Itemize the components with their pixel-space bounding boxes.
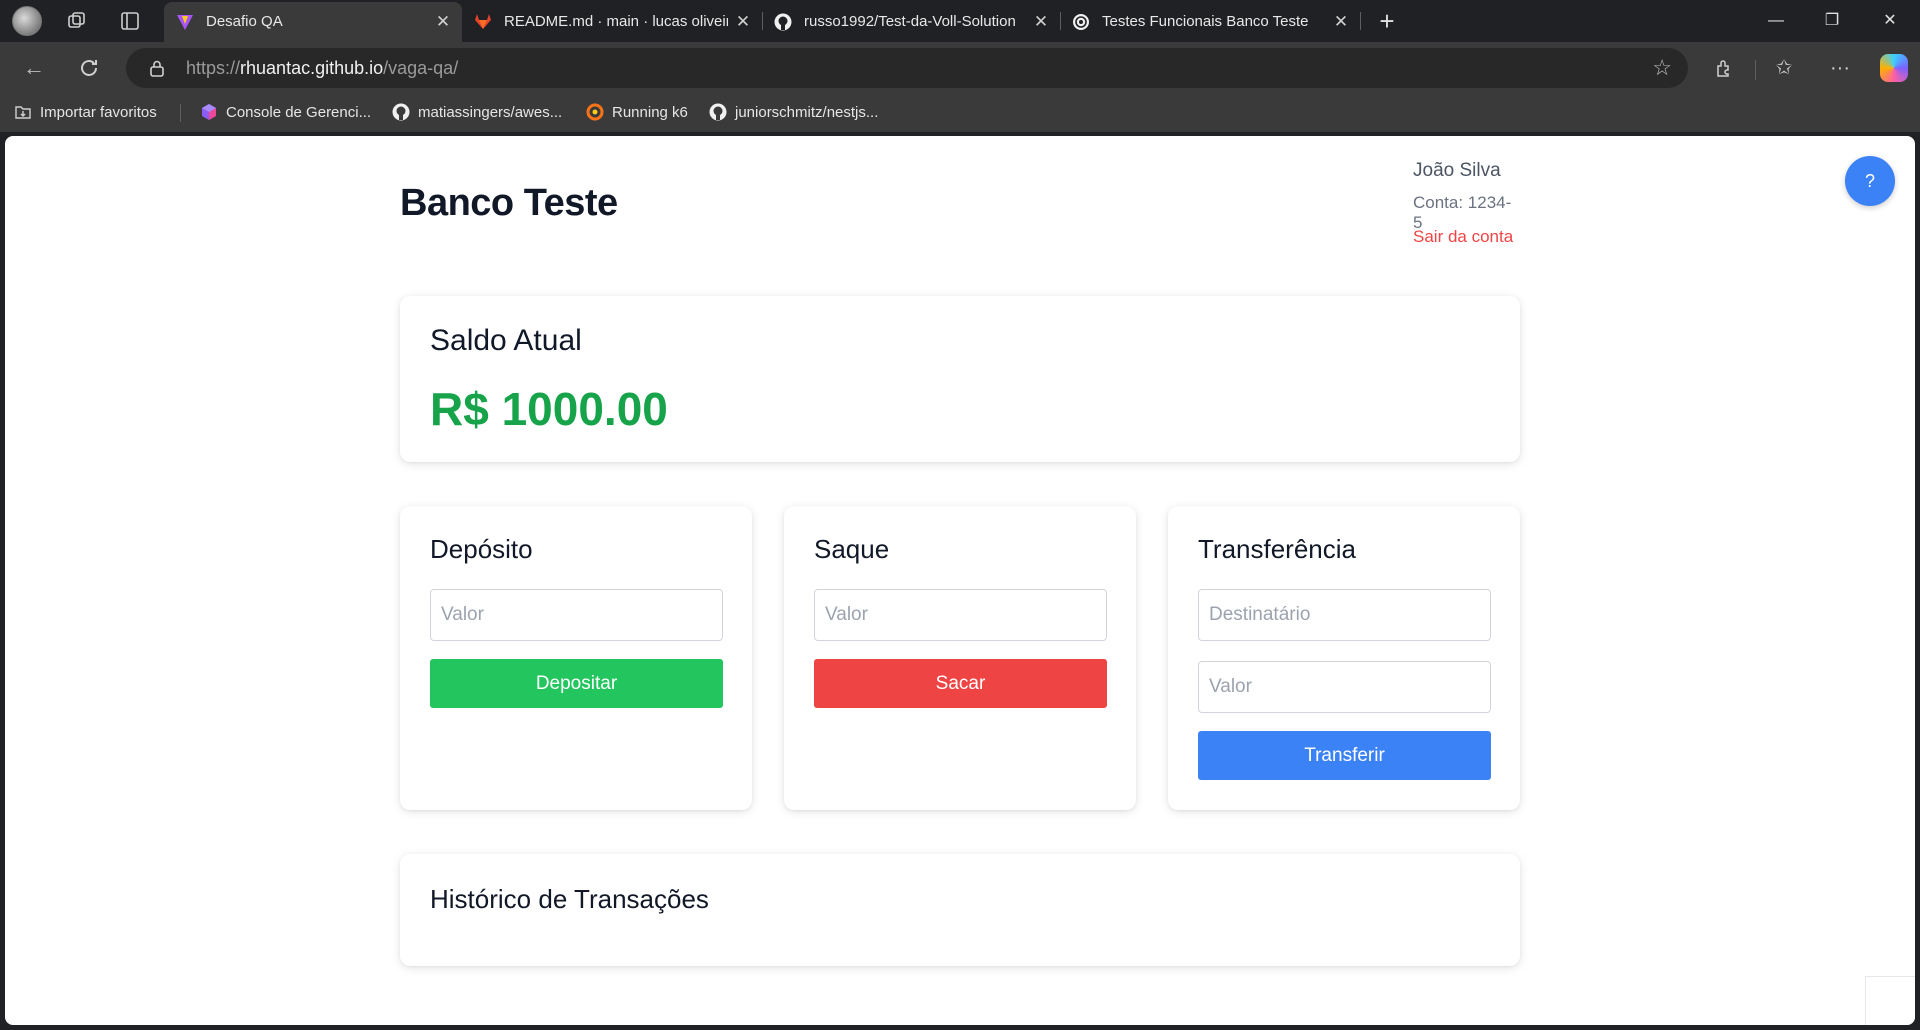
tab-github-repo[interactable]: russo1992/Test-da-Voll-Solution ✕ [762, 2, 1060, 42]
transfer-recipient-input[interactable] [1198, 589, 1491, 641]
vite-icon [177, 15, 193, 30]
tab-title: README.md · main · lucas oliveira [504, 13, 728, 30]
profile-avatar[interactable] [12, 6, 42, 36]
close-icon[interactable]: ✕ [434, 2, 452, 42]
grafana-icon [586, 103, 604, 121]
bookmark-label: Running k6 [612, 104, 688, 121]
close-icon[interactable]: ✕ [1032, 2, 1050, 42]
cube-icon [202, 104, 216, 120]
tab-testes-funcionais[interactable]: Testes Funcionais Banco Teste ✕ [1060, 2, 1360, 42]
url-text: https://rhuantac.github.io/vaga-qa/ [186, 48, 458, 88]
workspaces-icon[interactable] [66, 10, 88, 32]
tab-divider [1360, 12, 1361, 30]
tab-readme[interactable]: README.md · main · lucas oliveira ✕ [462, 2, 762, 42]
bookmark-import-favorites[interactable]: Importar favoritos [14, 94, 157, 132]
minimize-button[interactable]: — [1748, 0, 1804, 42]
balance-value: R$ 1000.00 [430, 383, 668, 435]
bookmark-juniorschmitz[interactable]: juniorschmitz/nestjs... [709, 94, 878, 132]
bookmark-label: juniorschmitz/nestjs... [735, 104, 879, 121]
withdraw-heading: Saque [814, 534, 890, 564]
bookmark-label: Console de Gerenci... [226, 104, 372, 121]
tab-desafio-qa[interactable]: Desafio QA ✕ [164, 2, 462, 42]
transfer-button[interactable]: Transferir [1198, 731, 1491, 780]
github-icon [774, 13, 792, 31]
gitlab-icon [475, 14, 491, 29]
withdraw-amount-input[interactable] [814, 589, 1107, 641]
balance-card: Saldo Atual R$ 1000.00 [400, 296, 1520, 462]
bookmarks-divider [180, 104, 181, 122]
url-path: /vaga-qa/ [383, 58, 459, 78]
logout-link[interactable]: Sair da conta [1413, 227, 1513, 247]
bookmark-matiassingers[interactable]: matiassingers/awes... [392, 94, 562, 132]
web-page: Banco Teste João Silva Conta: 1234-5 Sai… [5, 136, 1915, 1025]
tab-title: Testes Funcionais Banco Teste [1102, 13, 1309, 30]
page-title: Banco Teste [400, 182, 618, 224]
deposit-button[interactable]: Depositar [430, 659, 723, 708]
github-icon [709, 103, 727, 121]
new-tab-button[interactable]: + [1372, 4, 1402, 38]
deposit-amount-input[interactable] [430, 589, 723, 641]
withdraw-card: Saque Sacar [784, 506, 1136, 810]
bookmark-console[interactable]: Console de Gerenci... [200, 94, 371, 132]
withdraw-button[interactable]: Sacar [814, 659, 1107, 708]
help-button[interactable]: ? [1845, 156, 1895, 206]
favorites-icon[interactable]: ✩ [1768, 52, 1800, 84]
tab-title: Desafio QA [206, 13, 283, 30]
tab-title: russo1992/Test-da-Voll-Solution [804, 13, 1016, 30]
import-icon [15, 106, 31, 119]
close-icon[interactable]: ✕ [734, 2, 752, 42]
lock-icon[interactable] [148, 59, 166, 77]
bank-app: Banco Teste João Silva Conta: 1234-5 Sai… [400, 136, 1520, 1025]
back-arrow-icon[interactable]: ← [18, 52, 50, 84]
copilot-icon[interactable] [1880, 54, 1908, 82]
bookmark-label: matiassingers/awes... [418, 104, 563, 121]
browser-toolbar: ← https://rhuantac.github.io/vaga-qa/ ☆ … [0, 42, 1920, 94]
url-scheme: https:// [186, 58, 241, 78]
url-host: rhuantac.github.io [240, 58, 384, 78]
extensions-icon[interactable] [1708, 52, 1740, 84]
transfer-heading: Transferência [1198, 534, 1356, 564]
vertical-tabs-icon[interactable] [119, 10, 141, 32]
balance-heading: Saldo Atual [430, 324, 582, 357]
history-heading: Histórico de Transações [430, 884, 709, 914]
favorite-star-icon[interactable]: ☆ [1652, 56, 1672, 80]
close-icon[interactable]: ✕ [1332, 2, 1350, 42]
deposit-card: Depósito Depositar [400, 506, 752, 810]
user-name: João Silva [1413, 160, 1501, 181]
transfer-card: Transferência Transferir [1168, 506, 1520, 810]
toolbar-divider [1755, 60, 1756, 80]
deposit-heading: Depósito [430, 534, 533, 564]
window-close-button[interactable]: ✕ [1862, 0, 1918, 42]
corner-widget [1865, 976, 1915, 1025]
bookmarks-bar: Importar favoritos Console de Gerenci...… [0, 94, 1920, 132]
bookmark-running-k6[interactable]: Running k6 [586, 94, 688, 132]
transaction-history-card: Histórico de Transações [400, 854, 1520, 966]
tab-strip: Desafio QA ✕ README.md · main · lucas ol… [0, 0, 1920, 42]
address-bar[interactable]: https://rhuantac.github.io/vaga-qa/ ☆ [126, 48, 1688, 88]
more-menu-icon[interactable]: ··· [1824, 52, 1856, 84]
refresh-icon[interactable] [73, 52, 105, 84]
github-icon [392, 103, 410, 121]
bookmark-label: Importar favoritos [40, 104, 157, 121]
openai-icon [1073, 14, 1089, 30]
transfer-amount-input[interactable] [1198, 661, 1491, 713]
restore-button[interactable]: ❐ [1804, 0, 1860, 42]
